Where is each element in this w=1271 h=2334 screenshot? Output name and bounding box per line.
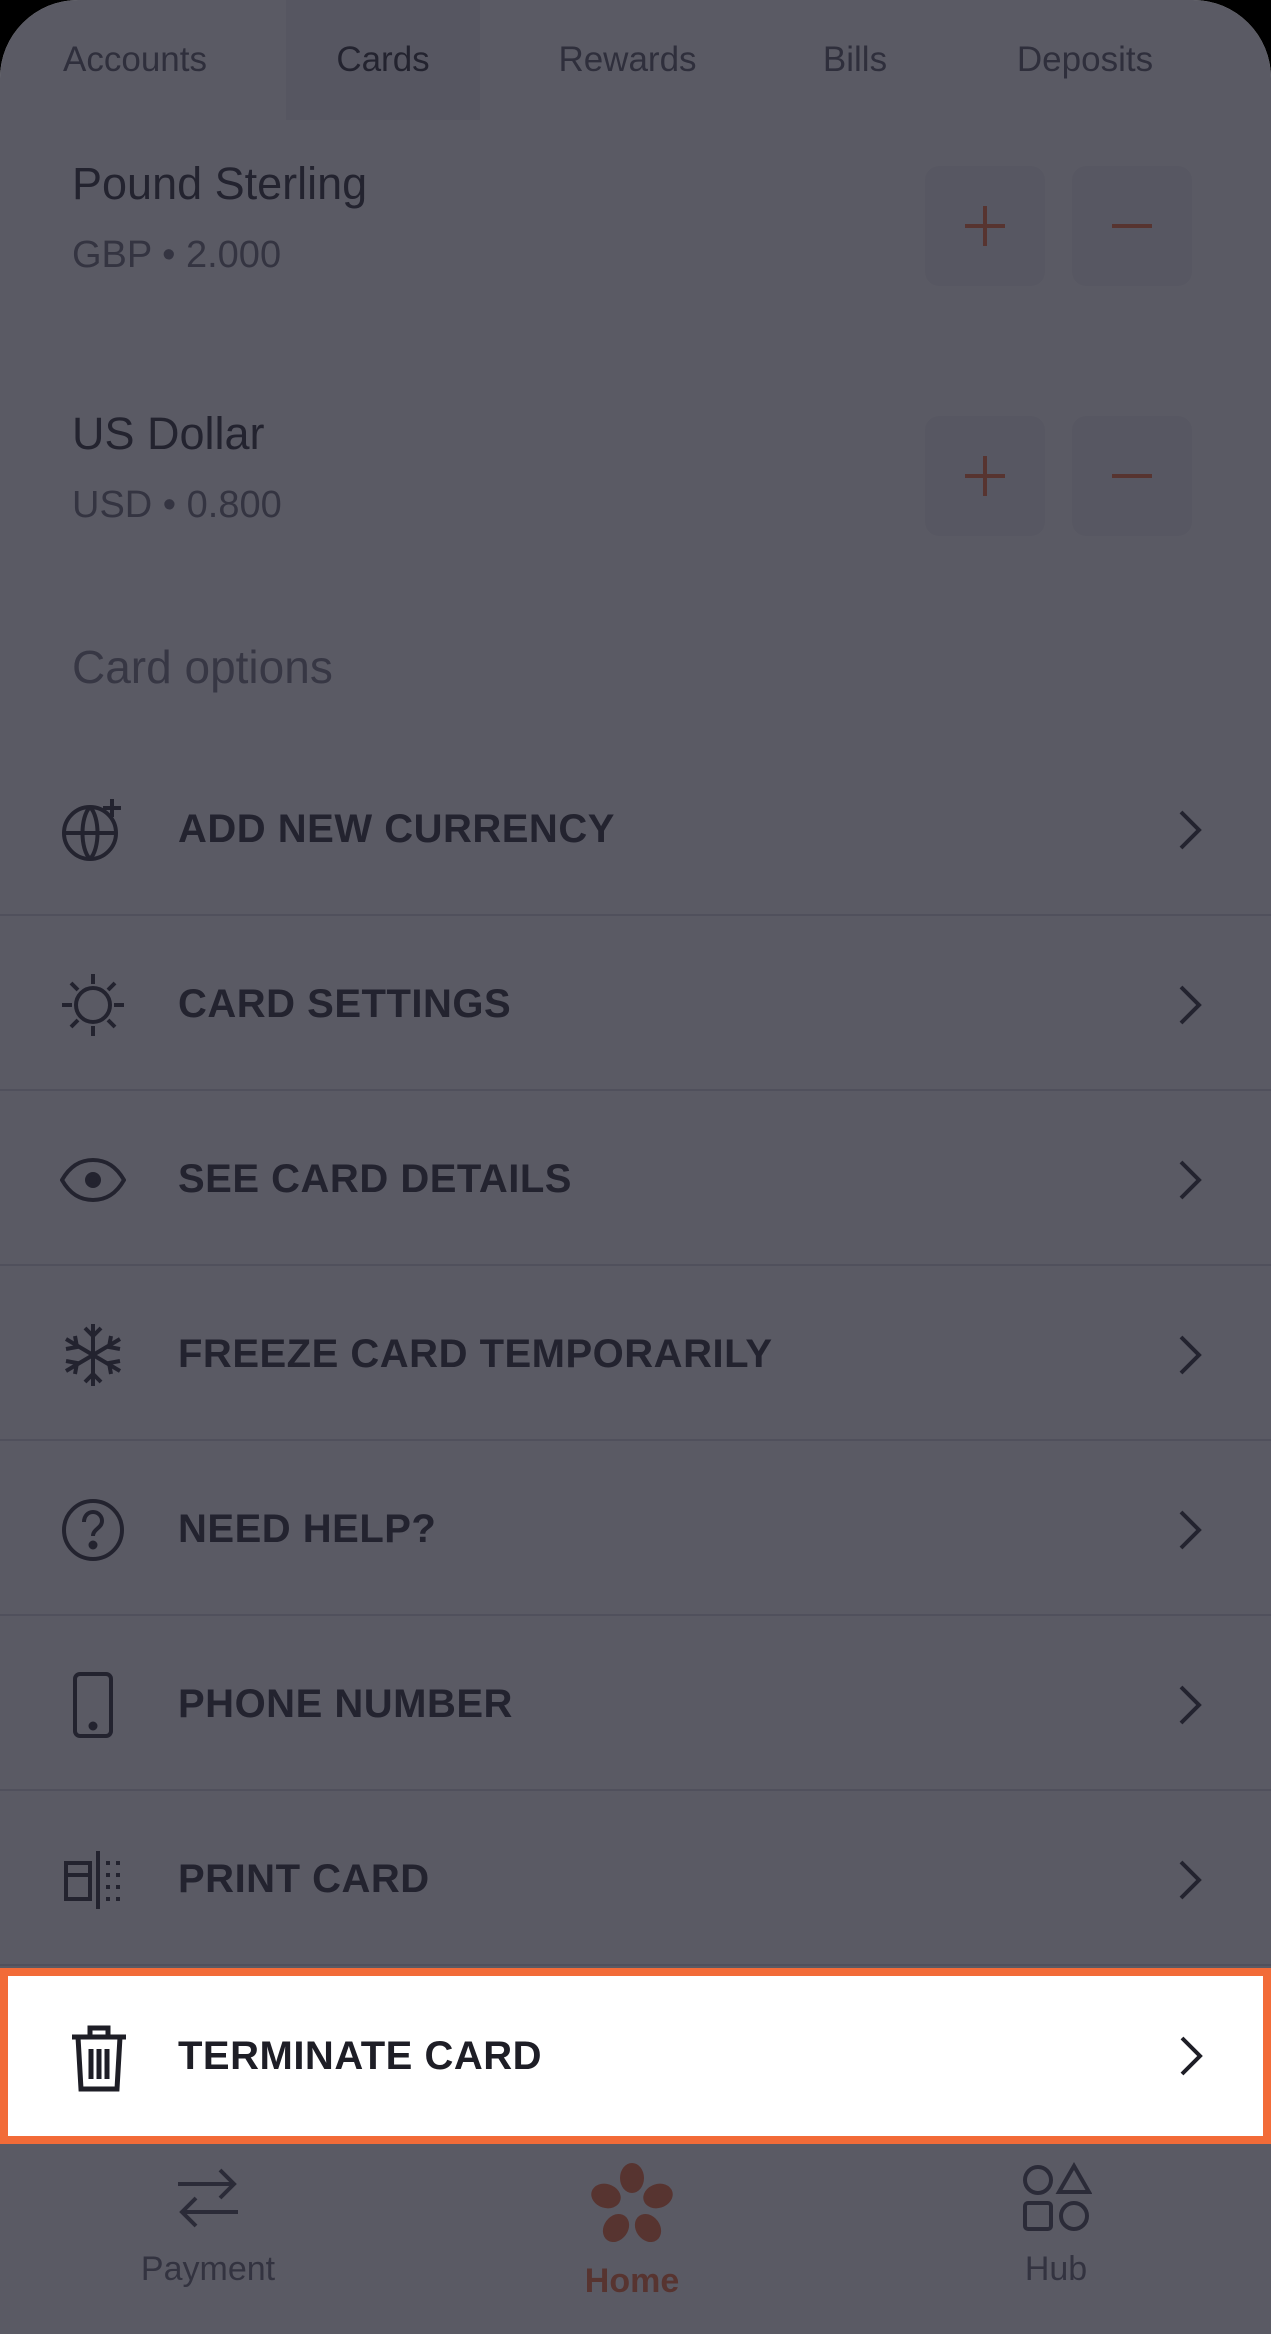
currency-row-usd: US Dollar USD • 0.800 [0,378,1271,628]
option-label: PRINT CARD [178,1856,430,1901]
tab-bills[interactable]: Bills [780,0,930,120]
chevron-right-icon [1179,810,1202,850]
option-label: NEED HELP? [178,1506,437,1551]
chevron-right-icon [1179,1510,1202,1550]
chevron-right-icon [1179,1860,1202,1900]
tab-deposits[interactable]: Deposits [980,0,1190,120]
option-label: SEE CARD DETAILS [178,1156,572,1201]
minus-icon [1112,474,1152,478]
nav-hub[interactable]: Hub [926,2162,1186,2332]
option-label: TERMINATE CARD [178,2033,543,2078]
minus-icon [1112,224,1152,228]
eye-icon [60,1157,126,1203]
shapes-icon [1023,2162,1092,2231]
currency-balance: USD • 0.800 [72,484,282,526]
option-label: ADD NEW CURRENCY [178,806,615,851]
home-flower-icon [591,2163,673,2243]
card-options-title: Card options [72,641,333,693]
question-icon [62,1499,124,1561]
print-card-icon [64,1851,120,1909]
top-tabs: Accounts Cards Rewards Bills Deposits [0,0,1271,120]
add-funds-button[interactable] [925,416,1045,536]
plus-icon [965,456,1005,496]
chevron-right-icon [1179,1335,1202,1375]
trash-icon [72,2025,126,2092]
nav-label: Payment [140,2250,276,2288]
option-card-settings[interactable]: CARD SETTINGS [0,917,1271,1091]
option-phone-number[interactable]: PHONE NUMBER [0,1617,1271,1791]
snowflake-icon [64,1324,122,1386]
currency-balance: GBP • 2.000 [72,234,282,276]
option-see-card-details[interactable]: SEE CARD DETAILS [0,1092,1271,1266]
tab-cards[interactable]: Cards [286,0,480,120]
tab-accounts[interactable]: Accounts [0,0,270,120]
chevron-right-icon [1179,1160,1202,1200]
nav-label: Home [584,2262,680,2300]
option-label: PHONE NUMBER [178,1681,513,1726]
nav-label: Hub [1024,2250,1088,2288]
gear-icon [62,974,124,1036]
remove-funds-button[interactable] [1072,416,1192,536]
globe-plus-icon [62,799,121,861]
option-terminate-card[interactable]: TERMINATE CARD [0,1968,1271,2144]
chevron-right-icon [1179,985,1202,1025]
chevron-right-icon [1180,2036,1203,2076]
tab-rewards[interactable]: Rewards [520,0,735,120]
nav-home[interactable]: Home [502,2162,762,2332]
currency-row-gbp: Pound Sterling GBP • 2.000 [0,128,1271,378]
chevron-right-icon [1179,1685,1202,1725]
option-need-help[interactable]: NEED HELP? [0,1442,1271,1616]
add-funds-button[interactable] [925,166,1045,286]
card-screen: Accounts Cards Rewards Bills Deposits Po… [0,0,1271,2334]
plus-icon [965,206,1005,246]
nav-payment[interactable]: Payment [78,2162,338,2332]
option-label: FREEZE CARD TEMPORARILY [178,1331,773,1376]
phone-icon [73,1672,113,1738]
transfer-arrows-icon [178,2168,238,2228]
currency-name: Pound Sterling [72,158,368,209]
option-freeze-card[interactable]: FREEZE CARD TEMPORARILY [0,1267,1271,1441]
option-print-card[interactable]: PRINT CARD [0,1792,1271,1966]
remove-funds-button[interactable] [1072,166,1192,286]
bottom-nav: Payment Home Hub [0,2144,1271,2334]
currency-name: US Dollar [72,408,265,459]
option-label: CARD SETTINGS [178,981,512,1026]
option-add-new-currency[interactable]: ADD NEW CURRENCY [0,742,1271,916]
